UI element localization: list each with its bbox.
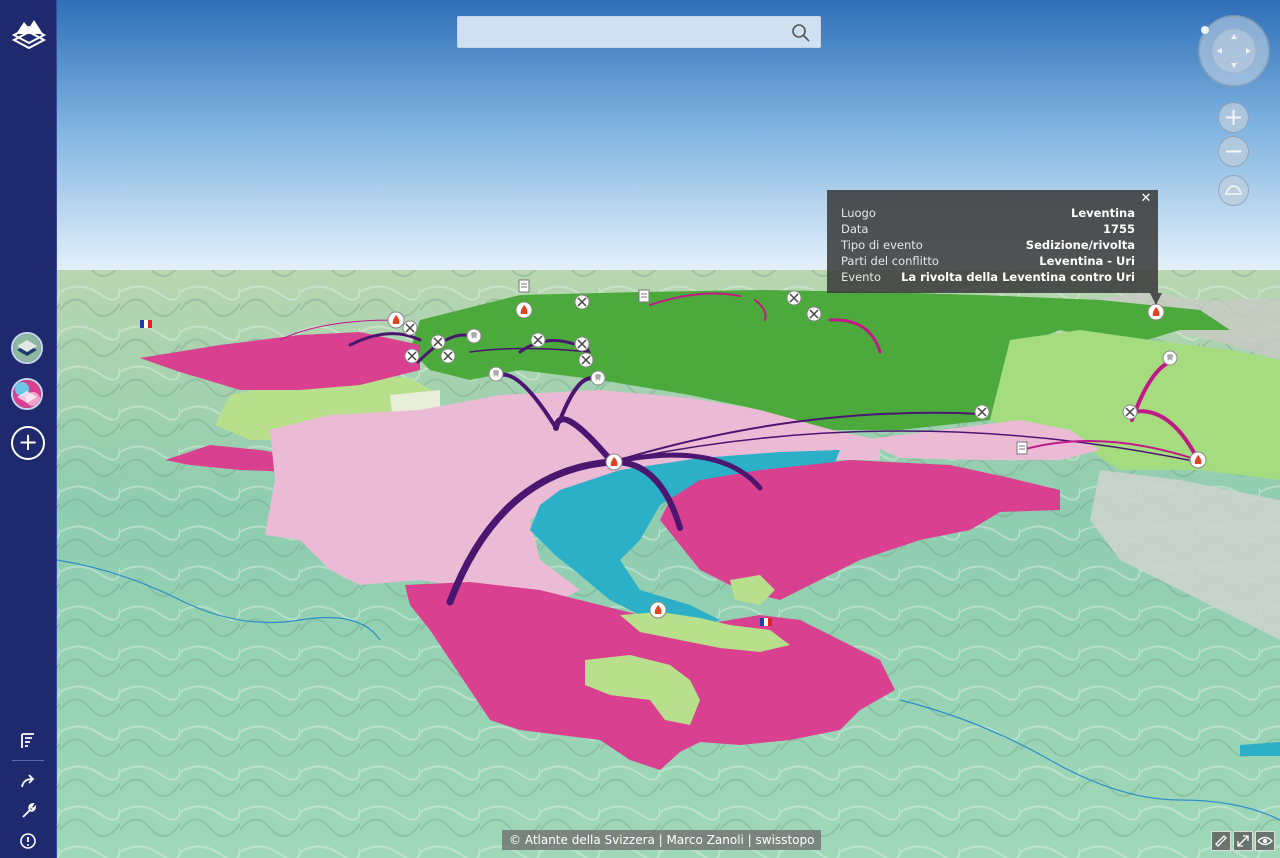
tooth-icon[interactable]: [466, 328, 482, 344]
tooth-icon[interactable]: [488, 366, 504, 382]
crossed-swords-icon[interactable]: [574, 336, 590, 352]
add-layer-button[interactable]: +: [11, 426, 45, 460]
document-icon[interactable]: [518, 279, 530, 293]
popup-value: Leventina: [1071, 206, 1135, 220]
popup-value: La rivolta della Leventina contro Uri: [901, 270, 1135, 284]
zoom-out-button[interactable]: −: [1218, 136, 1249, 167]
fire-icon[interactable]: [649, 601, 667, 619]
crossed-swords-icon[interactable]: [404, 348, 420, 364]
crossed-swords-icon[interactable]: [574, 294, 590, 310]
help-icon[interactable]: [16, 829, 40, 853]
fullscreen-icon[interactable]: [1233, 831, 1253, 851]
popup-key: Luogo: [841, 206, 876, 220]
fire-icon[interactable]: [1189, 451, 1207, 469]
fire-icon[interactable]: [387, 311, 405, 329]
plus-icon: +: [17, 428, 39, 456]
compass-icon[interactable]: [1197, 14, 1271, 88]
close-icon[interactable]: ✕: [1139, 192, 1153, 206]
share-icon[interactable]: [16, 769, 40, 793]
tooth-icon[interactable]: [590, 370, 606, 386]
popup-pointer: [1150, 293, 1162, 305]
document-icon[interactable]: [638, 289, 650, 303]
event-popup: ✕ Luogo Leventina Data 1755 Tipo di even…: [827, 190, 1158, 293]
fire-icon[interactable]: [605, 453, 623, 471]
popup-value: Leventina - Uri: [1039, 254, 1135, 268]
document-icon[interactable]: [1016, 441, 1028, 455]
map-view[interactable]: + − ✕ Luogo Leventina Data 1755 Tipo di …: [57, 0, 1280, 858]
crossed-swords-icon[interactable]: [530, 332, 546, 348]
search-input[interactable]: [468, 17, 782, 49]
zoom-in-icon: +: [1223, 103, 1244, 131]
crossed-swords-icon[interactable]: [430, 334, 446, 350]
atlas-logo-icon[interactable]: [10, 16, 48, 52]
popup-row-tipo: Tipo di evento Sedizione/rivolta: [841, 237, 1135, 253]
popup-key: Parti del conflitto: [841, 254, 939, 268]
crossed-swords-icon[interactable]: [440, 348, 456, 364]
french-flag-icon[interactable]: [140, 320, 152, 328]
popup-value: 1755: [1102, 222, 1135, 236]
crossed-swords-icon[interactable]: [578, 352, 594, 368]
popup-row-data: Data 1755: [841, 221, 1135, 237]
wrench-icon[interactable]: [16, 799, 40, 823]
sidebar-divider: [12, 760, 44, 761]
popup-value: Sedizione/rivolta: [1025, 238, 1135, 252]
popup-row-parti: Parti del conflitto Leventina - Uri: [841, 253, 1135, 269]
tooth-icon[interactable]: [1162, 350, 1178, 366]
thematic-layer-thumbnail[interactable]: [11, 378, 43, 410]
popup-row-evento: Evento La rivolta della Leventina contro…: [841, 269, 1135, 285]
crossed-swords-icon[interactable]: [806, 306, 822, 322]
search-icon[interactable]: [790, 22, 812, 44]
home-view-icon: [1224, 185, 1243, 195]
popup-row-luogo: Luogo Leventina: [841, 205, 1135, 221]
zoom-out-icon: −: [1223, 137, 1244, 165]
search-box: [457, 16, 821, 49]
crossed-swords-icon[interactable]: [402, 320, 418, 336]
crossed-swords-icon[interactable]: [786, 290, 802, 306]
fire-icon[interactable]: [515, 301, 533, 319]
fire-icon[interactable]: [1147, 303, 1165, 321]
attribution: © Atlante della Svizzera | Marco Zanoli …: [502, 830, 822, 850]
french-flag-icon[interactable]: [760, 618, 772, 626]
terrain-scene[interactable]: [57, 0, 1280, 858]
popup-key: Data: [841, 222, 869, 236]
popup-key: Tipo di evento: [841, 238, 923, 252]
legend-icon[interactable]: [16, 729, 40, 753]
relief-layer-thumbnail[interactable]: [11, 332, 43, 364]
popup-key: Evento: [841, 270, 881, 284]
crossed-swords-icon[interactable]: [974, 404, 990, 420]
visibility-icon[interactable]: [1255, 831, 1275, 851]
zoom-in-button[interactable]: +: [1218, 102, 1249, 133]
sidebar: +: [0, 0, 57, 858]
home-view-button[interactable]: [1218, 175, 1249, 206]
crossed-swords-icon[interactable]: [1122, 404, 1138, 420]
ruler-icon[interactable]: [1211, 831, 1231, 851]
